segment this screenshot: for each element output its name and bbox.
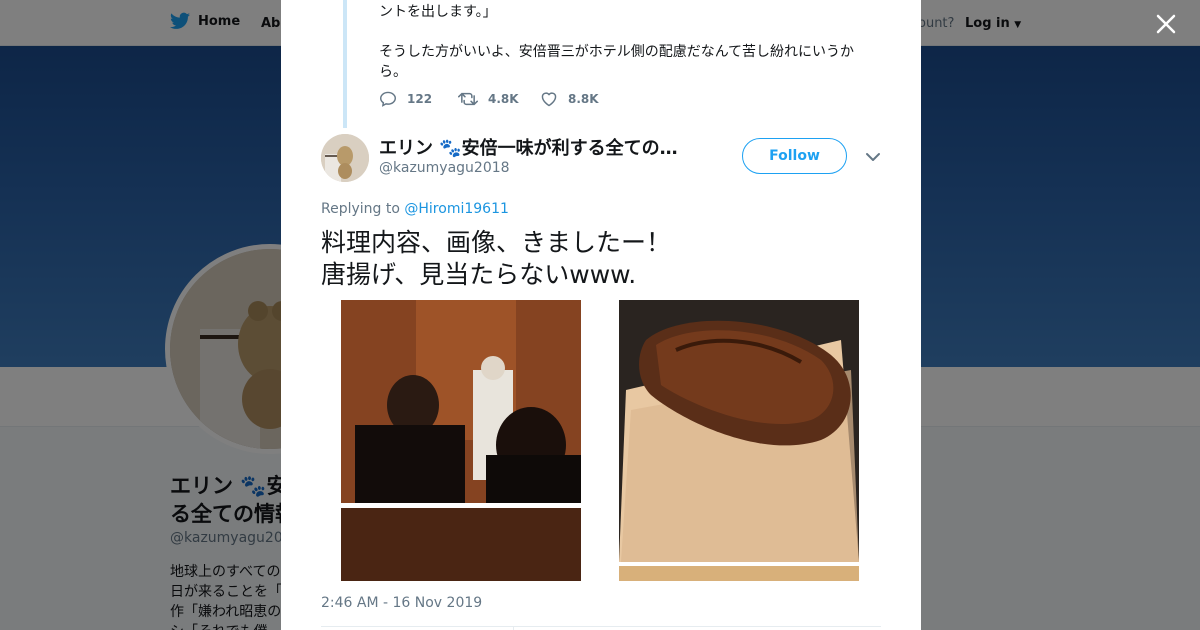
tweet-timestamp[interactable]: 2:46 AM - 16 Nov 2019 bbox=[321, 595, 482, 611]
previous-tweet-line2: そうした方がいいよ、安倍晋三がホテル側の配慮だなんて苦し紛れにいうか bbox=[379, 44, 855, 60]
chevron-down-icon bbox=[866, 153, 880, 161]
follow-button[interactable]: Follow bbox=[742, 138, 847, 174]
retweet-button[interactable]: 4.8K bbox=[458, 91, 540, 107]
author-handle[interactable]: @kazumyagu2018 bbox=[379, 160, 510, 176]
replying-to-handle-link[interactable]: @Hiromi19611 bbox=[404, 201, 509, 217]
author-name[interactable]: エリン 🐾安倍一味が利する全ての… bbox=[379, 134, 678, 160]
replying-prefix: Replying to bbox=[321, 201, 400, 217]
tweet-text-line1: 料理内容、画像、きましたー！ bbox=[321, 228, 672, 257]
tweet-text: 料理内容、画像、きましたー！ 唐揚げ、見当たらないwww. bbox=[321, 227, 671, 291]
reply-count: 122 bbox=[407, 92, 433, 106]
previous-tweet-line3: ら。 bbox=[379, 64, 407, 80]
retweet-icon bbox=[458, 92, 478, 106]
retweet-count: 4.8K bbox=[488, 92, 519, 106]
tweet-menu-button[interactable] bbox=[864, 148, 882, 166]
tweet-modal: ントを出します。」そうした方がいいよ、安倍晋三がホテル側の配慮だなんて苦し紛れに… bbox=[281, 0, 921, 630]
like-icon bbox=[541, 92, 557, 107]
replying-to: Replying to @Hiromi19611 bbox=[321, 201, 509, 217]
stats-divider bbox=[321, 626, 881, 627]
author-avatar-image bbox=[321, 134, 369, 182]
like-button[interactable]: 8.8K bbox=[540, 91, 620, 107]
reply-button[interactable]: 122 bbox=[379, 91, 458, 107]
previous-tweet-line1: ントを出します。」 bbox=[379, 4, 497, 20]
tweet-text-line2: 唐揚げ、見当たらないwww. bbox=[321, 260, 637, 289]
like-count: 8.8K bbox=[568, 92, 599, 106]
thread-connector-line bbox=[343, 0, 347, 128]
previous-tweet-actions: 122 4.8K 8.8K bbox=[379, 91, 620, 107]
stats-divider-vertical bbox=[513, 626, 514, 630]
food-and-event-photo-collage bbox=[321, 300, 881, 581]
close-modal-button[interactable] bbox=[1150, 8, 1182, 40]
author-avatar[interactable] bbox=[321, 134, 369, 182]
previous-tweet-text: ントを出します。」そうした方がいいよ、安倍晋三がホテル側の配慮だなんて苦し紛れに… bbox=[379, 2, 854, 82]
close-icon bbox=[1156, 14, 1176, 34]
reply-icon bbox=[379, 91, 397, 107]
tweet-media-image[interactable] bbox=[321, 300, 881, 581]
